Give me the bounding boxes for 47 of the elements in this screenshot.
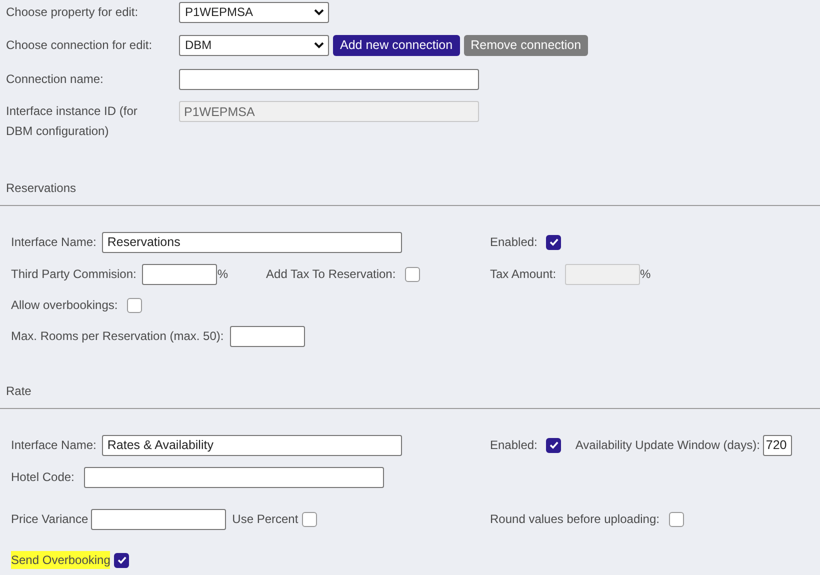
field-label: Choose connection for edit: [6, 37, 154, 54]
input-field[interactable] [91, 508, 226, 530]
checkbox[interactable] [546, 438, 562, 452]
input-field[interactable]: 720 [762, 434, 792, 456]
field-label: Price Variance [11, 511, 88, 528]
input-field[interactable]: Rates & Availability [102, 434, 402, 456]
check-icon [548, 440, 559, 450]
input-field[interactable] [179, 68, 479, 90]
checkbox[interactable] [126, 298, 142, 312]
field-label: Interface Name: [11, 234, 96, 251]
input-field[interactable] [84, 466, 384, 488]
field-label: Round values before uploading: [490, 511, 660, 528]
check-icon [548, 237, 559, 247]
section-title: Reservations [5, 180, 78, 197]
field-label: Hotel Code: [11, 469, 74, 486]
field-label: Use Percent [232, 511, 298, 528]
field-label: Interface Name: [11, 437, 96, 454]
field-label: Enabled: [490, 234, 538, 251]
section-title: Rate [5, 383, 32, 400]
field-label: Enabled: [490, 437, 538, 454]
chevron-down-icon [314, 42, 324, 48]
field-label: Availability Update Window (days): [575, 437, 760, 454]
field-label: Connection name: [6, 71, 104, 88]
remove-button[interactable]: Remove connection [464, 34, 588, 56]
dropdown[interactable]: DBM [179, 34, 329, 56]
field-label: Send Overbooking [11, 551, 110, 569]
input-field[interactable] [230, 326, 305, 346]
checkbox[interactable] [114, 552, 130, 568]
field-label: Interface instance ID (for DBM configuration) [6, 103, 138, 140]
field-label: Max. Rooms per Reservation (max. 50): [11, 328, 224, 345]
input-field[interactable] [142, 264, 218, 284]
checkbox[interactable] [669, 512, 684, 526]
field-label: Add Tax To Reservation: [266, 266, 396, 283]
field-label: % [640, 266, 651, 283]
input-field[interactable]: Reservations [102, 232, 402, 252]
field-label: Choose property for edit: [6, 4, 140, 21]
checkbox[interactable] [302, 512, 318, 526]
field-label: % [217, 266, 228, 283]
chevron-down-icon [314, 8, 324, 16]
field-label: Tax Amount: [490, 266, 556, 283]
check-icon [116, 555, 127, 565]
checkbox[interactable] [404, 266, 420, 282]
field-label: Third Party Commision: [11, 266, 136, 283]
field-label: Allow overbookings: [11, 297, 118, 314]
add-button[interactable]: Add new connection [333, 34, 460, 56]
checkbox[interactable] [546, 234, 562, 250]
dropdown[interactable]: P1WEPMSA [179, 2, 329, 22]
